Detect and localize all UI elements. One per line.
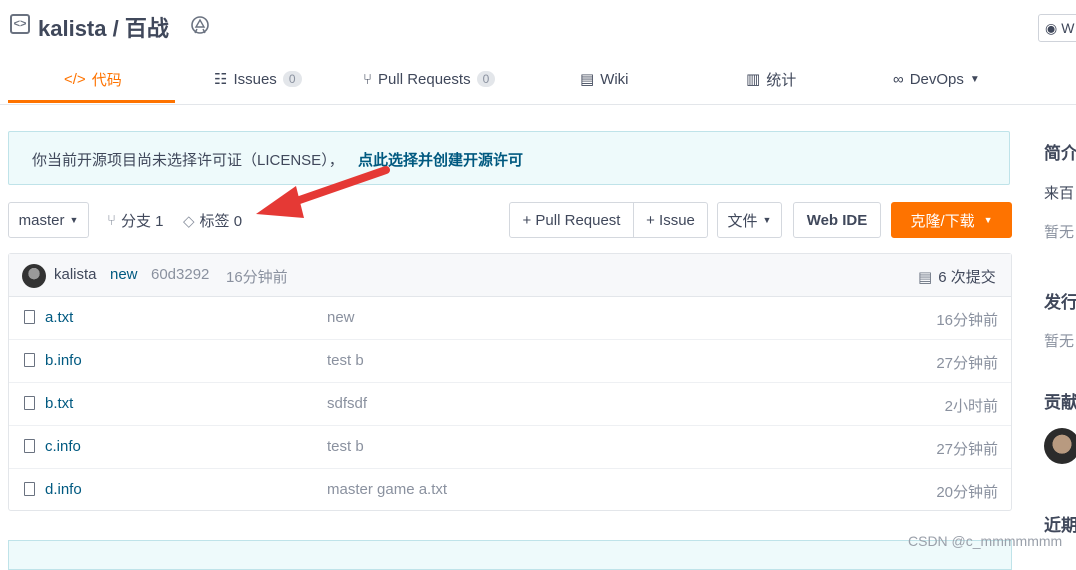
chevron-down-icon: ▼ (969, 73, 980, 85)
tab-issues[interactable]: ☷ Issues 0 (214, 56, 302, 102)
tags-count: 标签 0 (199, 213, 243, 230)
table-row[interactable]: b.info test b 27分钟前 (9, 340, 1011, 383)
badge-icon[interactable] (189, 14, 211, 36)
bottom-notice (8, 540, 1012, 570)
file-icon (24, 353, 35, 367)
repo-tabs: </> 代码 ☷ Issues 0 ⑂ Pull Requests 0 ▤ Wi… (0, 56, 1076, 105)
tab-label: Wiki (600, 70, 629, 88)
file-icon (24, 482, 35, 496)
file-name[interactable]: b.info (45, 352, 82, 369)
tab-label: Pull Requests (378, 70, 471, 88)
file-time: 27分钟前 (936, 441, 998, 458)
tab-label: 代码 (91, 71, 122, 89)
release-empty: 暂无 (1044, 333, 1075, 350)
tab-count: 0 (282, 71, 302, 87)
file-commit-message[interactable]: test b (327, 438, 364, 455)
file-icon (24, 310, 35, 324)
tab-count: 0 (476, 71, 496, 87)
clone-download-button[interactable]: 克隆/下载 ▼ (891, 202, 1012, 238)
web-ide-button[interactable]: Web IDE (793, 202, 881, 238)
file-name[interactable]: d.info (45, 481, 82, 498)
file-menu-button[interactable]: 文件 ▼ (717, 202, 782, 238)
eye-icon: ◉ (1045, 19, 1058, 36)
code-icon: </> (64, 70, 86, 88)
intro-text: 来百 (1044, 185, 1075, 202)
chevron-down-icon: ▼ (69, 215, 79, 225)
watch-label: W (1061, 20, 1075, 36)
tag-icon: ◇ (183, 212, 195, 230)
file-icon (24, 439, 35, 453)
branch-select[interactable]: master ▼ (8, 202, 89, 238)
table-row[interactable]: c.info test b 27分钟前 (9, 426, 1011, 469)
new-issue-button[interactable]: + Issue (633, 202, 708, 238)
branches-link[interactable]: ⑂ 分支 1 (107, 210, 164, 231)
active-tab-indicator (8, 100, 175, 103)
file-commit-message[interactable]: new (327, 309, 355, 326)
clone-label: 克隆/下载 (910, 212, 975, 230)
stats-icon: ▥ (746, 71, 761, 88)
contributors-heading: 贡献 (1044, 393, 1076, 412)
tab-stats[interactable]: ▥ 统计 (746, 56, 796, 102)
commits-icon: ▤ (918, 268, 933, 286)
tab-wiki[interactable]: ▤ Wiki (580, 56, 629, 102)
file-name[interactable]: a.txt (45, 309, 73, 326)
commit-hash[interactable]: 60d3292 (151, 266, 209, 283)
file-commit-message[interactable]: test b (327, 352, 364, 369)
table-row[interactable]: a.txt new 16分钟前 (9, 297, 1011, 340)
commit-count: 6 次提交 (938, 269, 996, 286)
chevron-down-icon: ▼ (983, 215, 993, 225)
tab-label: Issues (233, 70, 277, 88)
branch-label: master (18, 211, 65, 229)
file-name[interactable]: b.txt (45, 395, 73, 412)
commit-message[interactable]: new (110, 266, 138, 283)
avatar[interactable] (1044, 428, 1076, 464)
release-heading: 发行 (1044, 293, 1076, 312)
tags-link[interactable]: ◇ 标签 0 (183, 210, 242, 231)
license-notice-text: 你当前开源项目尚未选择许可证（LICENSE）， (32, 152, 344, 169)
file-menu-label: 文件 (727, 212, 758, 230)
file-name[interactable]: c.info (45, 438, 81, 455)
intro-empty: 暂无 (1044, 224, 1075, 241)
intro-heading: 简介 (1044, 144, 1076, 163)
new-pull-request-button[interactable]: + Pull Request (509, 202, 634, 238)
tab-pull-requests[interactable]: ⑂ Pull Requests 0 (363, 56, 496, 102)
branches-count: 分支 1 (121, 213, 164, 230)
table-row[interactable]: b.txt sdfsdf 2小时前 (9, 383, 1011, 426)
commit-time: 16分钟前 (226, 269, 288, 286)
branch-icon: ⑂ (107, 212, 117, 229)
tab-code[interactable]: </> 代码 (64, 56, 122, 102)
watermark: CSDN @c_mmmmmmm (908, 533, 1063, 549)
tab-devops[interactable]: ∞ DevOps ▼ (893, 56, 980, 102)
commit-author[interactable]: kalista (54, 266, 97, 283)
table-row[interactable]: d.info master game a.txt 20分钟前 (9, 469, 1011, 511)
pull-request-icon: ⑂ (363, 70, 373, 88)
create-license-link[interactable]: 点此选择并创建开源许可 (358, 149, 523, 170)
tab-label: DevOps (909, 70, 964, 88)
wiki-icon: ▤ (580, 71, 595, 88)
file-commit-message[interactable]: sdfsdf (327, 395, 367, 412)
commit-count-link[interactable]: ▤ 6 次提交 (918, 266, 996, 287)
repo-code-icon: <> (10, 14, 30, 34)
file-commit-message[interactable]: master game a.txt (327, 481, 447, 498)
devops-icon: ∞ (893, 70, 904, 88)
avatar[interactable] (22, 264, 46, 288)
issues-icon: ☷ (214, 71, 228, 88)
file-time: 27分钟前 (936, 355, 998, 372)
file-time: 2小时前 (944, 398, 998, 415)
file-time: 16分钟前 (936, 312, 998, 329)
tab-label: 统计 (766, 71, 797, 89)
chevron-down-icon: ▼ (762, 215, 772, 225)
watch-button[interactable]: ◉ W (1038, 14, 1076, 42)
repo-title[interactable]: kalista / 百战 (38, 11, 169, 43)
file-icon (24, 396, 35, 410)
file-time: 20分钟前 (936, 484, 998, 501)
